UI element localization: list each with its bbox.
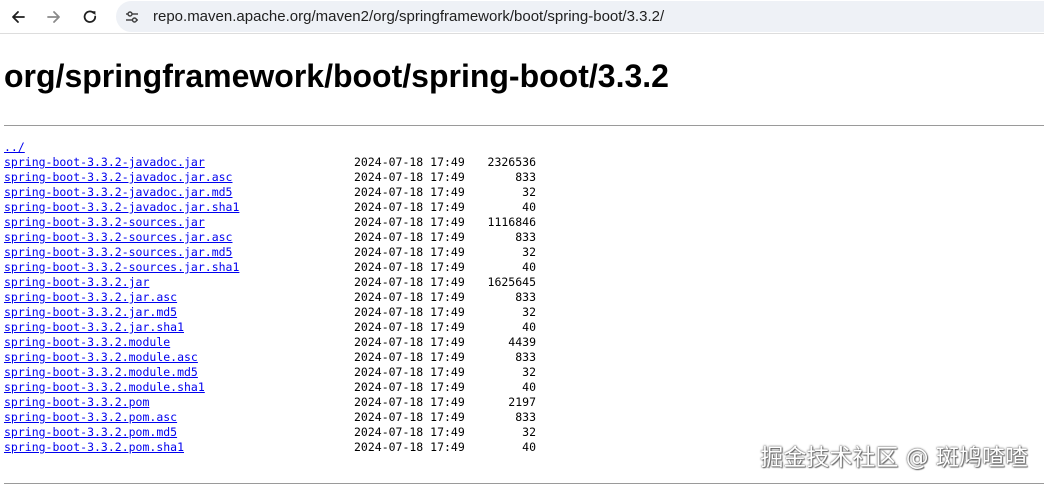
file-date: 2024-07-18 17:49 bbox=[354, 365, 465, 379]
file-date: 2024-07-18 17:49 bbox=[354, 425, 465, 439]
file-row: spring-boot-3.3.2-sources.jar.asc 2024-07… bbox=[4, 230, 564, 245]
file-date: 2024-07-18 17:49 bbox=[354, 215, 465, 229]
file-date: 2024-07-18 17:49 bbox=[354, 290, 465, 304]
site-info-icon[interactable] bbox=[122, 7, 142, 27]
file-link[interactable]: spring-boot-3.3.2-javadoc.jar.sha1 bbox=[4, 200, 239, 215]
file-size: 32 bbox=[522, 365, 536, 379]
file-date: 2024-07-18 17:49 bbox=[354, 395, 465, 409]
file-size: 32 bbox=[522, 305, 536, 319]
file-size: 1625645 bbox=[487, 275, 536, 289]
file-date: 2024-07-18 17:49 bbox=[354, 230, 465, 244]
file-size: 40 bbox=[522, 380, 536, 394]
address-bar[interactable]: repo.maven.apache.org/maven2/org/springf… bbox=[116, 1, 1044, 32]
back-button[interactable] bbox=[5, 4, 31, 30]
file-row: spring-boot-3.3.2.jar.md5 2024-07-18 17:4… bbox=[4, 305, 564, 320]
reload-icon bbox=[82, 9, 98, 25]
file-row: spring-boot-3.3.2-sources.jar.md5 2024-07… bbox=[4, 245, 564, 260]
file-size: 2197 bbox=[508, 395, 536, 409]
bottom-divider bbox=[4, 483, 1044, 484]
file-row: spring-boot-3.3.2.module 2024-07-18 17:49… bbox=[4, 335, 564, 350]
file-link[interactable]: spring-boot-3.3.2.pom.sha1 bbox=[4, 440, 184, 455]
file-link[interactable]: spring-boot-3.3.2.pom.md5 bbox=[4, 425, 177, 440]
page-title: org/springframework/boot/spring-boot/3.3… bbox=[4, 58, 669, 94]
file-size: 833 bbox=[515, 170, 536, 184]
file-row: spring-boot-3.3.2.jar 2024-07-18 17:49 162… bbox=[4, 275, 564, 290]
top-divider bbox=[4, 125, 1044, 126]
arrow-left-icon bbox=[10, 9, 26, 25]
file-link[interactable]: spring-boot-3.3.2-sources.jar.md5 bbox=[4, 245, 232, 260]
file-link[interactable]: spring-boot-3.3.2-javadoc.jar bbox=[4, 155, 205, 170]
file-row: spring-boot-3.3.2-javadoc.jar.md5 2024-07… bbox=[4, 185, 564, 200]
file-date: 2024-07-18 17:49 bbox=[354, 440, 465, 454]
file-row: spring-boot-3.3.2.pom.asc 2024-07-18 17:4… bbox=[4, 410, 564, 425]
file-row: spring-boot-3.3.2.pom.md5 2024-07-18 17:4… bbox=[4, 425, 564, 440]
file-row: spring-boot-3.3.2.jar.asc 2024-07-18 17:4… bbox=[4, 290, 564, 305]
parent-dir-link[interactable]: ../ bbox=[4, 140, 25, 155]
file-date: 2024-07-18 17:49 bbox=[354, 245, 465, 259]
file-date: 2024-07-18 17:49 bbox=[354, 275, 465, 289]
file-size: 32 bbox=[522, 185, 536, 199]
file-date: 2024-07-18 17:49 bbox=[354, 200, 465, 214]
file-size: 833 bbox=[515, 290, 536, 304]
file-link[interactable]: spring-boot-3.3.2.jar bbox=[4, 275, 149, 290]
file-size: 40 bbox=[522, 320, 536, 334]
file-size: 833 bbox=[515, 230, 536, 244]
file-link[interactable]: spring-boot-3.3.2-sources.jar.asc bbox=[4, 230, 232, 245]
file-row: spring-boot-3.3.2-javadoc.jar.asc 2024-07… bbox=[4, 170, 564, 185]
file-size: 32 bbox=[522, 245, 536, 259]
file-link[interactable]: spring-boot-3.3.2.module bbox=[4, 335, 170, 350]
file-row: spring-boot-3.3.2-sources.jar 2024-07-18 … bbox=[4, 215, 564, 230]
file-row: spring-boot-3.3.2.jar.sha1 2024-07-18 17:… bbox=[4, 320, 564, 335]
file-link[interactable]: spring-boot-3.3.2-javadoc.jar.asc bbox=[4, 170, 232, 185]
forward-button[interactable] bbox=[41, 4, 67, 30]
file-date: 2024-07-18 17:49 bbox=[354, 305, 465, 319]
file-link[interactable]: spring-boot-3.3.2-sources.jar bbox=[4, 215, 205, 230]
file-row: spring-boot-3.3.2.pom 2024-07-18 17:49 219… bbox=[4, 395, 564, 410]
file-date: 2024-07-18 17:49 bbox=[354, 155, 465, 169]
file-row: spring-boot-3.3.2-javadoc.jar.sha1 2024-0… bbox=[4, 200, 564, 215]
file-date: 2024-07-18 17:49 bbox=[354, 335, 465, 349]
file-link[interactable]: spring-boot-3.3.2-sources.jar.sha1 bbox=[4, 260, 239, 275]
file-link[interactable]: spring-boot-3.3.2.module.sha1 bbox=[4, 380, 205, 395]
file-size: 2326536 bbox=[487, 155, 536, 169]
watermark: 掘金技术社区 @ 斑鸠喳喳 bbox=[760, 445, 1028, 471]
file-link[interactable]: spring-boot-3.3.2.module.md5 bbox=[4, 365, 198, 380]
file-date: 2024-07-18 17:49 bbox=[354, 350, 465, 364]
file-link[interactable]: spring-boot-3.3.2-javadoc.jar.md5 bbox=[4, 185, 232, 200]
file-date: 2024-07-18 17:49 bbox=[354, 380, 465, 394]
file-size: 40 bbox=[522, 440, 536, 454]
file-date: 2024-07-18 17:49 bbox=[354, 185, 465, 199]
file-size: 40 bbox=[522, 200, 536, 214]
file-date: 2024-07-18 17:49 bbox=[354, 410, 465, 424]
file-row: spring-boot-3.3.2.module.md5 2024-07-18 1… bbox=[4, 365, 564, 380]
file-date: 2024-07-18 17:49 bbox=[354, 260, 465, 274]
file-size: 833 bbox=[515, 350, 536, 364]
file-row: spring-boot-3.3.2-sources.jar.sha1 2024-0… bbox=[4, 260, 564, 275]
file-date: 2024-07-18 17:49 bbox=[354, 320, 465, 334]
parent-dir-row: ../ bbox=[4, 140, 564, 155]
file-size: 833 bbox=[515, 410, 536, 424]
file-row: spring-boot-3.3.2.module.asc 2024-07-18 1… bbox=[4, 350, 564, 365]
file-size: 4439 bbox=[508, 335, 536, 349]
file-row: spring-boot-3.3.2.module.sha1 2024-07-18 … bbox=[4, 380, 564, 395]
reload-button[interactable] bbox=[77, 4, 103, 30]
file-link[interactable]: spring-boot-3.3.2.module.asc bbox=[4, 350, 198, 365]
file-size: 40 bbox=[522, 260, 536, 274]
url-text[interactable]: repo.maven.apache.org/maven2/org/springf… bbox=[153, 8, 664, 25]
file-link[interactable]: spring-boot-3.3.2.pom.asc bbox=[4, 410, 177, 425]
file-link[interactable]: spring-boot-3.3.2.jar.sha1 bbox=[4, 320, 184, 335]
file-listing: ../ spring-boot-3.3.2-javadoc.jar 2024-07… bbox=[4, 140, 564, 455]
file-row: spring-boot-3.3.2-javadoc.jar 2024-07-18 … bbox=[4, 155, 564, 170]
browser-toolbar: repo.maven.apache.org/maven2/org/springf… bbox=[0, 0, 1044, 34]
file-size: 32 bbox=[522, 425, 536, 439]
file-link[interactable]: spring-boot-3.3.2.jar.asc bbox=[4, 290, 177, 305]
file-row: spring-boot-3.3.2.pom.sha1 2024-07-18 17:… bbox=[4, 440, 564, 455]
file-link[interactable]: spring-boot-3.3.2.jar.md5 bbox=[4, 305, 177, 320]
arrow-right-icon bbox=[46, 9, 62, 25]
file-link[interactable]: spring-boot-3.3.2.pom bbox=[4, 395, 149, 410]
file-size: 1116846 bbox=[487, 215, 536, 229]
file-date: 2024-07-18 17:49 bbox=[354, 170, 465, 184]
